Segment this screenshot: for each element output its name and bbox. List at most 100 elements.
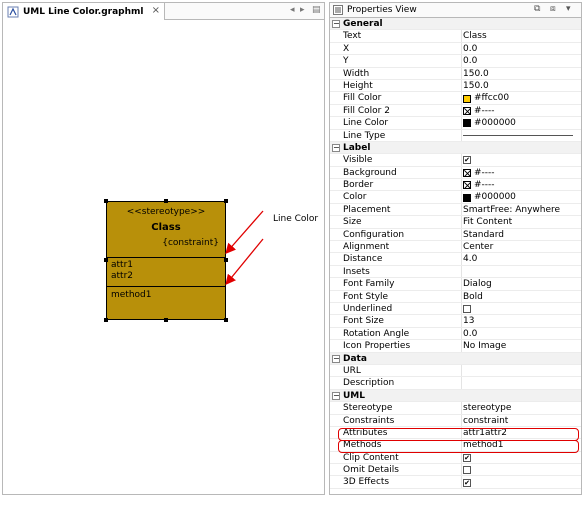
property-row[interactable]: Border #---- [330, 179, 581, 192]
property-row[interactable]: Omit Details [330, 464, 581, 477]
unchecked-checkbox[interactable] [463, 305, 471, 314]
property-row[interactable]: Size Fit Content [330, 216, 581, 229]
property-row[interactable]: X 0.0 [330, 42, 581, 56]
color-swatch-icon[interactable] [463, 94, 471, 103]
property-value-cell[interactable]: 0.0 [463, 55, 477, 67]
collapse-toggle-icon[interactable]: − [332, 20, 340, 28]
diagram-canvas[interactable]: <<stereotype>> Class {constraint} attr1 … [3, 21, 324, 494]
property-row[interactable]: 3D Effects ✔ [330, 476, 581, 489]
property-key: 3D Effects [343, 477, 390, 488]
property-value-cell[interactable]: 0.0 [463, 43, 477, 55]
property-group-uml[interactable]: − UML [330, 389, 581, 403]
property-row[interactable]: Stereotype stereotype [330, 402, 581, 415]
property-row[interactable]: Constraints constraint [330, 414, 581, 427]
property-row[interactable]: Fill Color 2 #---- [330, 104, 581, 118]
line-type-sample[interactable] [463, 135, 573, 137]
methods-highlight [338, 440, 579, 453]
property-row[interactable]: Font Style Bold [330, 290, 581, 303]
property-row[interactable]: Font Family Dialog [330, 278, 581, 291]
property-row[interactable]: Text Class [330, 30, 581, 43]
minimize-icon[interactable]: ⧈ [550, 4, 556, 14]
property-value-cell[interactable]: No Image [463, 340, 506, 352]
collapse-toggle-icon[interactable]: − [332, 354, 340, 363]
property-value-cell[interactable]: Dialog [463, 278, 492, 290]
property-row[interactable]: Line Type [330, 129, 581, 142]
property-value-cell[interactable]: ✔ [463, 452, 471, 464]
property-value-cell[interactable] [463, 303, 471, 315]
no-color-swatch-icon[interactable] [463, 168, 471, 177]
color-swatch-icon[interactable] [463, 119, 471, 128]
checked-checkbox[interactable]: ✔ [463, 478, 471, 487]
property-row[interactable]: Y 0.0 [330, 55, 581, 68]
scroll-left-icon[interactable]: ◂ [290, 5, 295, 15]
property-value-cell[interactable]: 13 [463, 315, 474, 327]
property-value-cell[interactable] [463, 130, 573, 142]
property-row[interactable]: Background #---- [330, 166, 581, 180]
property-row[interactable]: Fill Color #ffcc00 [330, 92, 581, 105]
property-row[interactable]: Width 150.0 [330, 67, 581, 80]
property-value-cell[interactable]: Bold [463, 291, 483, 303]
property-group-label[interactable]: − Label [330, 141, 581, 155]
checked-checkbox[interactable]: ✔ [463, 156, 471, 165]
property-value: Class [463, 31, 487, 42]
property-value-cell[interactable]: Center [463, 241, 493, 253]
color-swatch-icon[interactable] [463, 193, 471, 202]
restore-icon[interactable]: ⧉ [534, 4, 540, 14]
property-row[interactable]: URL [330, 364, 581, 378]
property-row[interactable]: Height 150.0 [330, 79, 581, 93]
scroll-right-icon[interactable]: ▸ [300, 5, 305, 15]
property-row[interactable]: Insets [330, 265, 581, 279]
property-value-cell[interactable]: Standard [463, 229, 504, 241]
property-group-label: Label [343, 142, 371, 153]
property-value-cell[interactable]: #---- [463, 179, 495, 191]
property-row[interactable]: Color #000000 [330, 191, 581, 204]
property-value-cell[interactable]: #---- [463, 167, 495, 179]
property-row[interactable]: Clip Content ✔ [330, 451, 581, 465]
no-color-swatch-icon[interactable] [463, 106, 471, 115]
property-value-cell[interactable]: stereotype [463, 402, 511, 414]
property-value-cell[interactable]: #ffcc00 [463, 92, 509, 104]
unchecked-checkbox[interactable] [463, 466, 471, 475]
editor-tab[interactable]: UML Line Color.graphml × [3, 3, 165, 20]
property-value-cell[interactable]: 4.0 [463, 253, 477, 265]
property-value-cell[interactable]: 0.0 [463, 328, 477, 340]
property-value-cell[interactable]: ✔ [463, 476, 471, 488]
property-group-label: UML [343, 390, 365, 401]
property-row[interactable]: Distance 4.0 [330, 253, 581, 266]
no-color-swatch-icon[interactable] [463, 181, 471, 190]
property-key: Visible [343, 155, 373, 166]
property-value-cell[interactable]: 150.0 [463, 80, 489, 92]
property-row[interactable]: Rotation Angle 0.0 [330, 327, 581, 341]
property-value-cell[interactable]: Class [463, 30, 487, 42]
property-row[interactable]: Placement SmartFree: Anywhere [330, 203, 581, 217]
property-value-cell[interactable]: #---- [463, 105, 495, 117]
property-value-cell[interactable] [463, 464, 471, 476]
property-row[interactable]: Icon Properties No Image [330, 340, 581, 353]
property-row[interactable]: Visible ✔ [330, 154, 581, 167]
collapse-toggle-icon[interactable]: − [332, 391, 340, 400]
checked-checkbox[interactable]: ✔ [463, 453, 471, 462]
property-value-cell[interactable]: #000000 [463, 117, 516, 129]
property-value-cell[interactable]: #000000 [463, 191, 516, 203]
collapse-toggle-icon[interactable]: − [332, 143, 340, 152]
tab-list-icon[interactable]: ▤ [312, 5, 321, 15]
close-tab-icon[interactable]: × [152, 5, 160, 16]
property-value-cell[interactable]: 150.0 [463, 68, 489, 80]
property-value: 0.0 [463, 328, 478, 339]
property-group-general[interactable]: − General [330, 18, 581, 31]
property-group-label: General [343, 19, 383, 29]
view-menu-icon[interactable]: ▾ [566, 4, 571, 14]
property-row[interactable]: Description [330, 377, 581, 390]
property-value-cell[interactable]: ✔ [463, 154, 471, 166]
property-key: Underlined [343, 303, 393, 314]
property-row[interactable]: Configuration Standard [330, 228, 581, 242]
property-value-cell[interactable]: SmartFree: Anywhere [463, 204, 560, 216]
property-value-cell[interactable]: Fit Content [463, 216, 512, 228]
property-row[interactable]: Line Color #000000 [330, 117, 581, 130]
property-value: Bold [463, 291, 483, 302]
property-row[interactable]: Font Size 13 [330, 315, 581, 328]
property-group-data[interactable]: − Data [330, 352, 581, 365]
property-row[interactable]: Underlined [330, 302, 581, 316]
property-row[interactable]: Alignment Center [330, 241, 581, 254]
property-value-cell[interactable]: constraint [463, 415, 508, 427]
